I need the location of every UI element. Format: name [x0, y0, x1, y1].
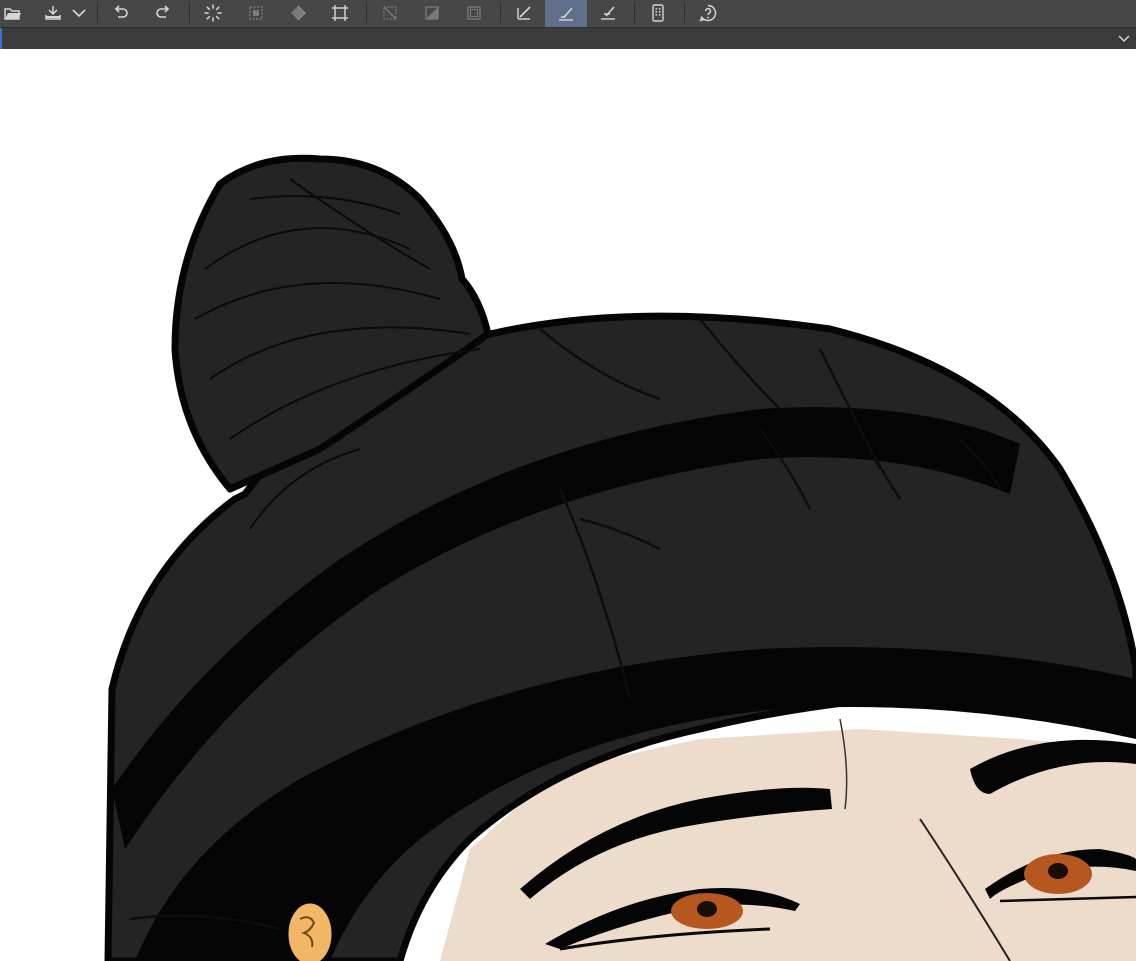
selection-border-icon — [467, 6, 481, 20]
special-ruler-icon — [601, 6, 615, 20]
deselect-icon — [383, 6, 397, 20]
chevron-down-icon[interactable] — [1116, 30, 1132, 46]
transform-crop-icon — [332, 5, 348, 21]
open-button[interactable] — [0, 0, 26, 26]
artwork-illustration — [104, 154, 1136, 961]
toolbar-separator — [634, 3, 635, 23]
toolbar-separator — [684, 3, 685, 23]
clear-selection-icon — [249, 6, 263, 20]
save-dropdown-chevron-icon — [72, 9, 86, 18]
secondary-bar — [0, 27, 1136, 49]
save-options-button[interactable] — [68, 0, 90, 26]
fill-button[interactable] — [285, 0, 311, 26]
toolbar-separator — [189, 3, 190, 23]
toolbar-separator — [97, 3, 98, 23]
clear-button[interactable] — [243, 0, 269, 26]
brush-snap-button[interactable] — [545, 0, 587, 27]
special-ruler-button[interactable] — [595, 0, 621, 26]
help-icon — [699, 4, 717, 22]
fill-icon — [291, 5, 306, 21]
save-button[interactable] — [40, 0, 66, 26]
selection-border-button[interactable] — [461, 0, 487, 26]
brush-snap-icon — [559, 6, 573, 21]
redo-button[interactable] — [150, 0, 176, 26]
redo-icon — [156, 5, 170, 18]
loading-spinner-icon — [204, 4, 222, 22]
undo-button[interactable] — [108, 0, 134, 26]
ruler-snap-icon — [517, 6, 531, 20]
open-folder-icon — [4, 8, 21, 20]
toolbar-separator — [366, 3, 367, 23]
smartphone-button[interactable] — [645, 0, 671, 26]
smartphone-icon — [652, 4, 664, 22]
undo-icon — [114, 5, 128, 18]
spinner-button[interactable] — [200, 0, 226, 26]
main-toolbar — [0, 0, 1136, 27]
ruler-snap-button[interactable] — [511, 0, 537, 26]
invert-selection-icon — [425, 6, 439, 20]
subbar-edge-accent — [0, 28, 2, 49]
toolbar-separator — [500, 3, 501, 23]
deselect-button[interactable] — [377, 0, 403, 26]
transform-button[interactable] — [327, 0, 353, 26]
drawing-canvas[interactable] — [0, 49, 1136, 961]
save-icon — [45, 6, 61, 20]
help-button[interactable] — [695, 0, 721, 26]
invert-selection-button[interactable] — [419, 0, 445, 26]
